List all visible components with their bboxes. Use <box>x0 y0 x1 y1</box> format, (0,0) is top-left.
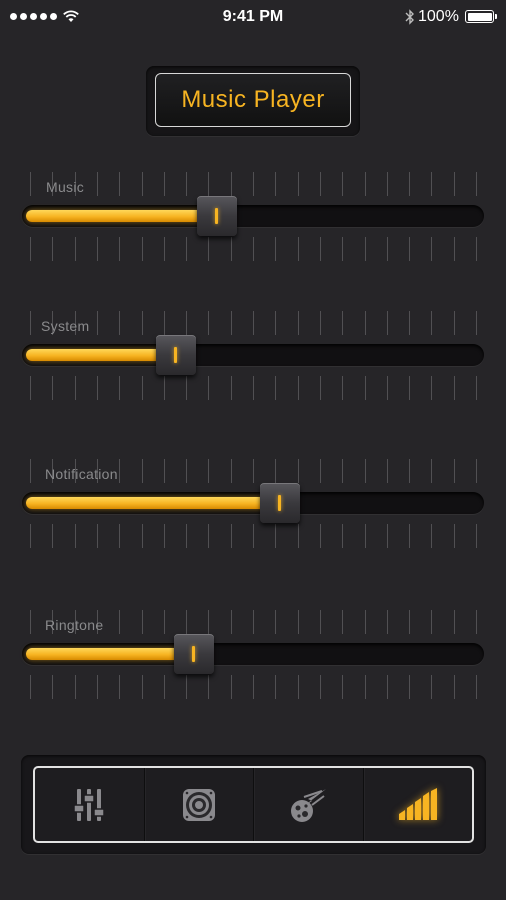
tab-meteor[interactable] <box>253 768 363 841</box>
slider-ticks-bottom <box>30 524 480 548</box>
slider-track[interactable] <box>22 205 484 227</box>
bluetooth-icon <box>405 9 414 25</box>
slider-thumb[interactable] <box>260 483 300 523</box>
volume-level-icon <box>398 787 437 820</box>
title-frame: Music Player <box>146 66 360 136</box>
slider-thumb-indicator <box>215 208 218 224</box>
slider-ticks-bottom <box>30 376 480 400</box>
slider-label: System <box>41 318 90 334</box>
slider-thumb-indicator <box>192 646 195 662</box>
slider-ticks-bottom <box>30 675 480 699</box>
tab-speaker[interactable] <box>143 768 254 841</box>
slider-thumb[interactable] <box>156 335 196 375</box>
slider-thumb[interactable] <box>197 196 237 236</box>
music-player-title-button[interactable]: Music Player <box>155 73 351 127</box>
meteor-icon <box>291 788 327 822</box>
slider-track[interactable] <box>22 643 484 665</box>
slider-fill <box>26 648 194 660</box>
slider-thumb[interactable] <box>174 634 214 674</box>
slider-ticks-top <box>30 311 480 335</box>
battery-icon <box>465 10 497 23</box>
tab-volume-level[interactable] <box>362 768 473 841</box>
slider-thumb-indicator <box>174 347 177 363</box>
battery-percentage: 100% <box>418 8 459 25</box>
slider-label: Ringtone <box>45 617 104 633</box>
slider-ticks-bottom <box>30 237 480 261</box>
tab-bar-frame <box>21 755 486 854</box>
equalizer-icon <box>73 788 105 821</box>
slider-label: Notification <box>45 466 118 482</box>
slider-fill <box>26 497 280 509</box>
speaker-icon <box>182 788 215 821</box>
slider-track[interactable] <box>22 344 484 366</box>
slider-fill <box>26 210 217 222</box>
slider-thumb-indicator <box>278 495 281 511</box>
slider-fill <box>26 349 176 361</box>
status-bar: 9:41 PM 100% <box>0 0 506 34</box>
tab-equalizer[interactable] <box>35 768 144 841</box>
slider-track[interactable] <box>22 492 484 514</box>
slider-ticks-top <box>30 172 480 196</box>
tab-bar <box>33 766 474 843</box>
slider-label: Music <box>46 179 85 195</box>
